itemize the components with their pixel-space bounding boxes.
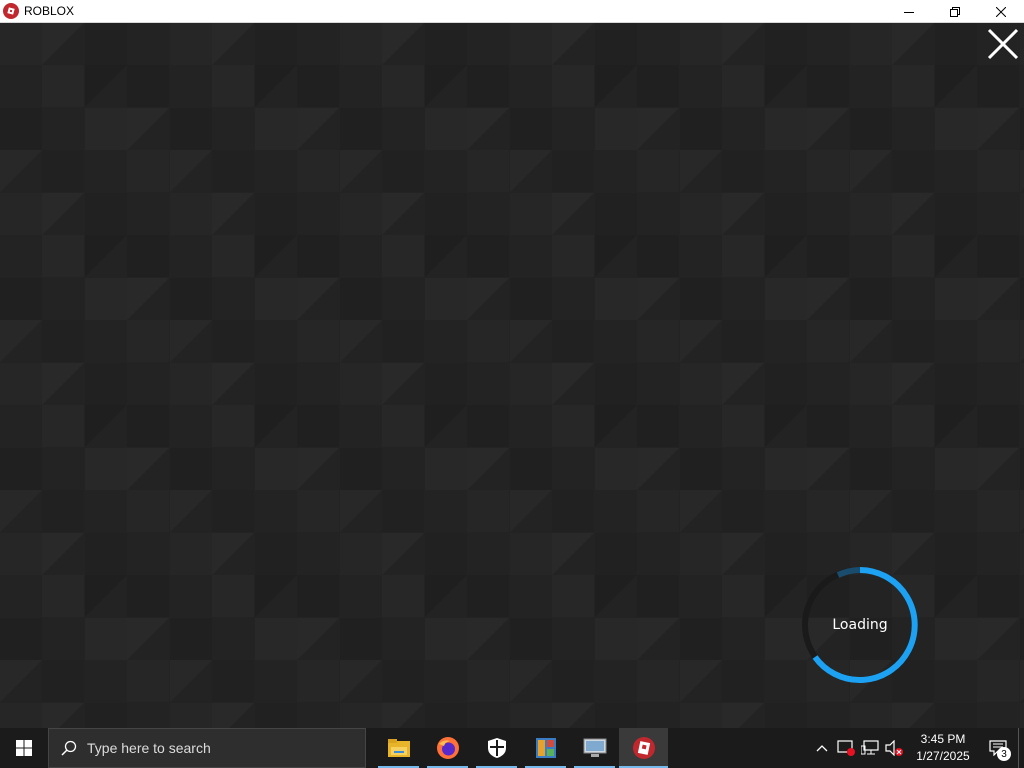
security-alert-icon (837, 740, 855, 756)
chevron-up-icon (816, 745, 828, 752)
network-icon (861, 740, 879, 755)
taskbar: Type here to search 3:45 PM 1/27/2025 3 (0, 728, 1024, 768)
taskbar-search-box[interactable]: Type here to search (48, 728, 366, 768)
roblox-logo-icon (3, 3, 19, 19)
title-bar: ROBLOX (0, 0, 1024, 23)
taskbar-control-panel[interactable] (521, 728, 570, 768)
firefox-icon (436, 737, 459, 759)
taskbar-clock[interactable]: 3:45 PM 1/27/2025 (908, 728, 978, 768)
volume-button[interactable] (882, 728, 906, 768)
taskbar-firefox[interactable] (423, 728, 472, 768)
show-desktop-button[interactable] (1018, 728, 1024, 768)
taskbar-roblox[interactable] (619, 728, 668, 768)
taskbar-remote-desktop[interactable] (570, 728, 619, 768)
loading-text: Loading (832, 617, 888, 633)
system-tray: 3:45 PM 1/27/2025 3 (810, 728, 1024, 768)
file-explorer-icon (387, 739, 410, 757)
search-icon (61, 740, 77, 756)
minimize-icon (904, 11, 914, 13)
restore-icon (950, 6, 960, 17)
windows-start-icon (16, 740, 32, 756)
search-placeholder: Type here to search (87, 740, 211, 756)
close-window-button[interactable] (978, 0, 1024, 23)
network-button[interactable] (858, 728, 882, 768)
loading-spinner: Loading (798, 563, 922, 687)
start-button[interactable] (0, 728, 48, 768)
remote-desktop-icon (583, 738, 606, 757)
window-title: ROBLOX (24, 4, 75, 18)
taskbar-windows-security[interactable] (472, 728, 521, 768)
game-viewport: Loading (0, 23, 1024, 728)
volume-muted-icon (885, 740, 903, 756)
clock-date: 1/27/2025 (916, 749, 970, 763)
control-panel-icon (535, 738, 556, 758)
notification-count-badge: 3 (997, 747, 1011, 761)
close-x-icon[interactable] (986, 27, 1020, 61)
taskbar-file-explorer[interactable] (374, 728, 423, 768)
minimize-button[interactable] (886, 0, 932, 23)
roblox-icon (632, 737, 655, 759)
tray-security-button[interactable] (834, 728, 858, 768)
action-center-button[interactable]: 3 (978, 728, 1018, 768)
restore-button[interactable] (932, 0, 978, 23)
windows-security-icon (487, 738, 506, 758)
clock-time: 3:45 PM (920, 732, 966, 746)
show-hidden-icons-button[interactable] (810, 728, 834, 768)
close-icon (996, 6, 1006, 17)
